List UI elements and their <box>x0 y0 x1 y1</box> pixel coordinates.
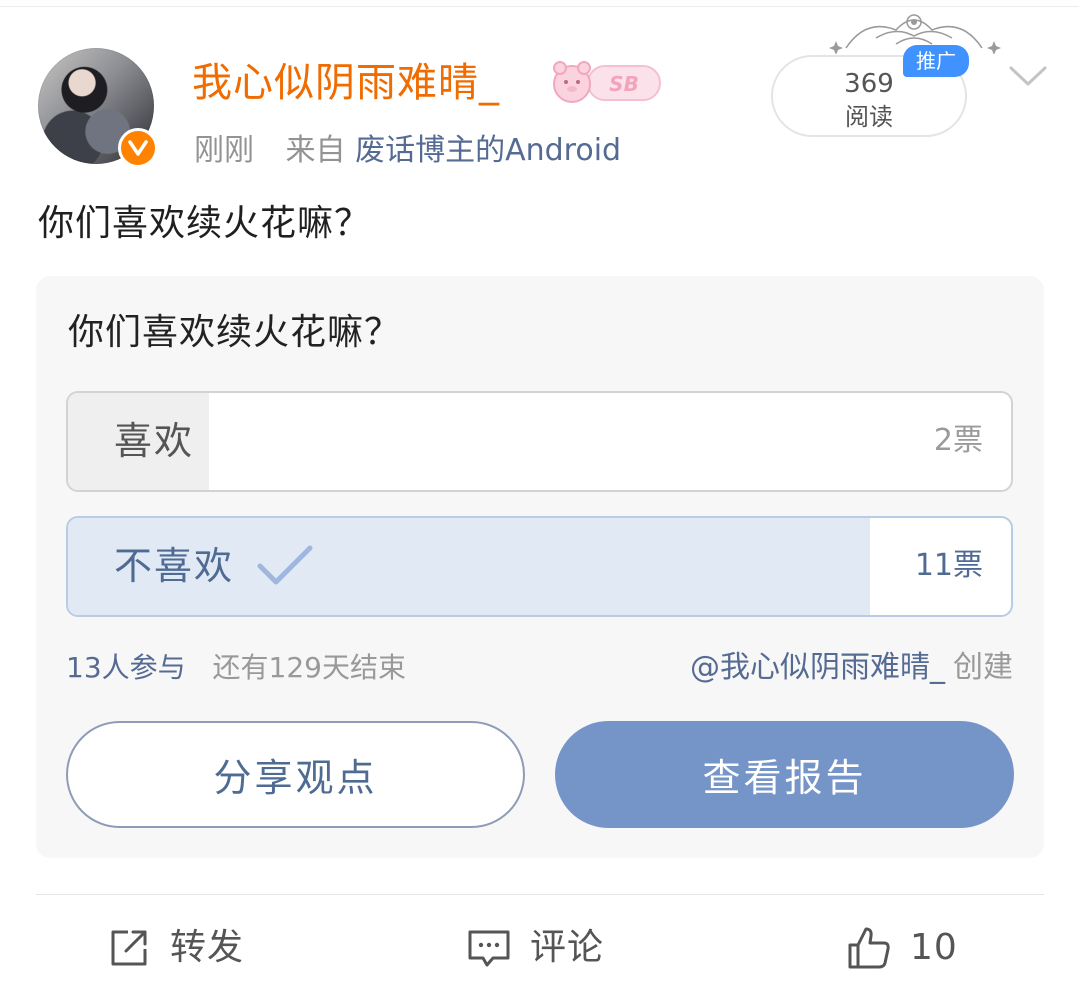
repost-label: 转发 <box>170 927 245 968</box>
poll-option-votes: 2票 <box>933 423 983 458</box>
share-opinion-button[interactable]: 分享观点 <box>66 721 525 828</box>
sticker-text: SB <box>609 72 639 96</box>
comment-icon <box>468 930 510 967</box>
author-name[interactable]: 我心似阴雨难晴_ <box>192 58 500 108</box>
poll-participants[interactable]: 13人参与 <box>66 651 186 684</box>
source-link[interactable]: 废话博主的Android <box>355 133 621 168</box>
comment-button[interactable]: 评论 <box>466 918 604 978</box>
poll-remaining: 还有129天结束 <box>212 651 406 684</box>
check-icon <box>257 545 313 585</box>
like-count: 10 <box>910 927 958 968</box>
views-label: 阅读 <box>845 103 893 131</box>
source-prefix: 来自 <box>285 133 346 168</box>
like-button[interactable]: 10 <box>846 918 958 978</box>
member-sticker: SB <box>548 58 662 106</box>
view-report-button[interactable]: 查看报告 <box>555 721 1014 828</box>
poll-option-dislike[interactable]: 不喜欢 11票 <box>66 516 1013 617</box>
verified-icon <box>118 128 158 168</box>
poll-creator-suffix: 创建 <box>953 650 1013 685</box>
post-text: 你们喜欢续火花嘛？ <box>38 203 372 244</box>
poll-option-like[interactable]: 喜欢 2票 <box>66 391 1013 492</box>
like-icon <box>848 927 890 969</box>
top-divider <box>0 6 1079 7</box>
poll-question: 你们喜欢续火花嘛？ <box>68 312 402 353</box>
chevron-down-icon[interactable] <box>1007 62 1049 90</box>
repost-icon <box>111 930 147 966</box>
poll-info: 13人参与 还有129天结束 <box>66 648 406 688</box>
comment-label: 评论 <box>530 927 605 968</box>
poll-creator: @我心似阴雨难晴_ 创建 <box>690 648 1013 688</box>
poll-option-votes: 11票 <box>914 548 983 583</box>
post-meta: 刚刚 来自 废话博主的Android <box>194 130 621 172</box>
post-time: 刚刚 <box>194 133 254 168</box>
promote-tag[interactable]: 推广 <box>903 45 969 77</box>
repost-button[interactable]: 转发 <box>106 918 244 978</box>
poll-option-label: 喜欢 <box>114 419 195 463</box>
action-divider <box>36 894 1044 895</box>
poll-option-label: 不喜欢 <box>114 544 235 588</box>
poll-creator-link[interactable]: @我心似阴雨难晴_ <box>690 650 945 685</box>
